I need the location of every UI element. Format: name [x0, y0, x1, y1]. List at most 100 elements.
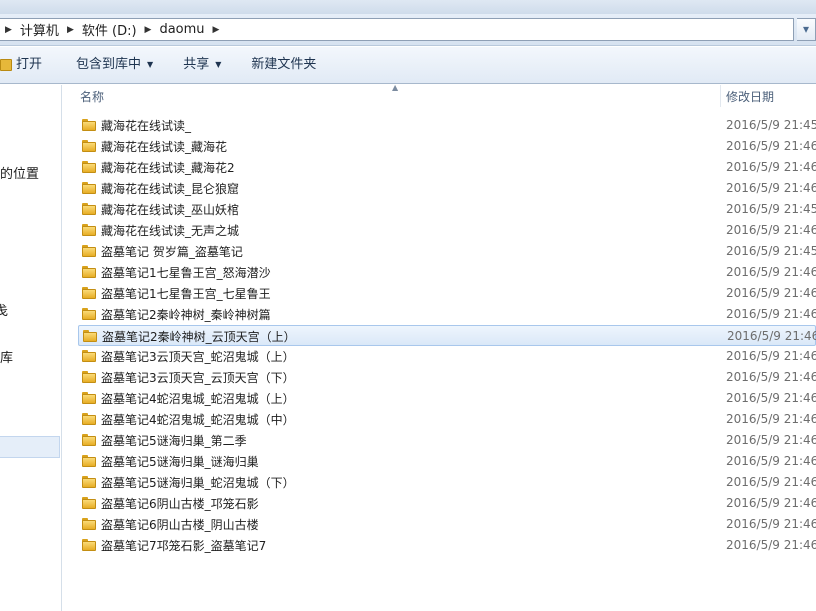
breadcrumb-drive-d[interactable]: 软件 (D:)	[80, 20, 139, 39]
command-bar: 打开 包含到库中 ▼ 共享 ▼ 新建文件夹	[0, 47, 816, 84]
window-title-bar	[0, 0, 816, 14]
file-row[interactable]: 盗墓笔记1七星鲁王宫_七星鲁王 2016/5/9 21:46	[78, 283, 816, 304]
nav-item-libraries[interactable]: 库	[0, 347, 13, 366]
folder-icon	[82, 119, 96, 131]
file-row[interactable]: 盗墓笔记5谜海归巢_第二季 2016/5/9 21:46	[78, 430, 816, 451]
refresh-button[interactable]: ▾	[797, 18, 816, 41]
file-date: 2016/5/9 21:46	[726, 181, 816, 195]
breadcrumb-computer[interactable]: 计算机	[18, 20, 61, 39]
chevron-right-icon[interactable]: ▶	[0, 25, 18, 35]
file-row[interactable]: 藏海花在线试读_藏海花 2016/5/9 21:46	[78, 136, 816, 157]
file-row[interactable]: 藏海花在线试读_昆仑狼窟 2016/5/9 21:46	[78, 178, 816, 199]
chevron-right-icon[interactable]: ▶	[139, 25, 158, 35]
folder-icon	[82, 413, 96, 425]
file-date: 2016/5/9 21:46	[727, 329, 816, 343]
file-date: 2016/5/9 21:46	[726, 349, 816, 363]
file-row[interactable]: 盗墓笔记3云顶天宫_云顶天宫（下） 2016/5/9 21:46	[78, 367, 816, 388]
column-name-header[interactable]: 名称	[80, 88, 104, 105]
folder-icon	[82, 161, 96, 173]
file-date: 2016/5/9 21:46	[726, 538, 816, 552]
file-row[interactable]: 藏海花在线试读_藏海花2 2016/5/9 21:46	[78, 157, 816, 178]
file-name: 盗墓笔记2秦岭神树_秦岭神树篇	[101, 308, 271, 322]
file-date: 2016/5/9 21:46	[726, 475, 816, 489]
file-row[interactable]: 盗墓笔记 贺岁篇_盗墓笔记 2016/5/9 21:45	[78, 241, 816, 262]
file-row[interactable]: 藏海花在线试读_ 2016/5/9 21:45	[78, 115, 816, 136]
folder-icon	[82, 539, 96, 551]
file-name: 藏海花在线试读_	[101, 119, 192, 133]
new-folder-button[interactable]: 新建文件夹	[241, 52, 326, 78]
navigation-pane: 的位置 戋 库	[0, 85, 62, 611]
chevron-right-icon[interactable]: ▶	[207, 25, 226, 35]
file-row[interactable]: 盗墓笔记2秦岭神树_云顶天宫（上） 2016/5/9 21:46	[78, 325, 816, 346]
folder-icon	[82, 140, 96, 152]
file-name: 盗墓笔记3云顶天宫_云顶天宫（下）	[101, 371, 295, 385]
file-row[interactable]: 盗墓笔记3云顶天宫_蛇沼鬼城（上） 2016/5/9 21:46	[78, 346, 816, 367]
file-date: 2016/5/9 21:45	[726, 118, 816, 132]
file-name: 藏海花在线试读_巫山妖棺	[101, 203, 240, 217]
nav-item-recent-places[interactable]: 的位置	[0, 163, 39, 182]
file-row[interactable]: 盗墓笔记5谜海归巢_谜海归巢 2016/5/9 21:46	[78, 451, 816, 472]
folder-icon	[82, 455, 96, 467]
chevron-right-icon[interactable]: ▶	[61, 25, 80, 35]
file-row[interactable]: 盗墓笔记2秦岭神树_秦岭神树篇 2016/5/9 21:46	[78, 304, 816, 325]
file-date: 2016/5/9 21:46	[726, 391, 816, 405]
file-name: 盗墓笔记4蛇沼鬼城_蛇沼鬼城（上）	[101, 392, 295, 406]
file-date: 2016/5/9 21:46	[726, 160, 816, 174]
file-list: 藏海花在线试读_ 2016/5/9 21:45 藏海花在线试读_藏海花 2016/5/…	[78, 115, 816, 556]
folder-icon	[82, 434, 96, 446]
file-row[interactable]: 盗墓笔记6阴山古楼_邛笼石影 2016/5/9 21:46	[78, 493, 816, 514]
file-row[interactable]: 盗墓笔记4蛇沼鬼城_蛇沼鬼城（中） 2016/5/9 21:46	[78, 409, 816, 430]
file-name: 藏海花在线试读_藏海花2	[101, 161, 235, 175]
file-name: 盗墓笔记1七星鲁王宫_七星鲁王	[101, 287, 271, 301]
folder-icon	[82, 497, 96, 509]
file-name: 盗墓笔记2秦岭神树_云顶天宫（上）	[102, 330, 296, 344]
file-date: 2016/5/9 21:46	[726, 496, 816, 510]
file-name: 藏海花在线试读_无声之城	[101, 224, 240, 238]
file-name: 盗墓笔记 贺岁篇_盗墓笔记	[101, 245, 243, 259]
file-row[interactable]: 盗墓笔记7邛笼石影_盗墓笔记7 2016/5/9 21:46	[78, 535, 816, 556]
nav-item-partial[interactable]: 戋	[0, 300, 8, 319]
include-in-library-label: 包含到库中	[76, 57, 142, 72]
file-date: 2016/5/9 21:46	[726, 517, 816, 531]
open-icon	[0, 59, 12, 71]
file-date: 2016/5/9 21:46	[726, 265, 816, 279]
folder-icon	[82, 224, 96, 236]
share-button[interactable]: 共享 ▼	[173, 52, 231, 78]
file-row[interactable]: 盗墓笔记1七星鲁王宫_怒海潜沙 2016/5/9 21:46	[78, 262, 816, 283]
folder-icon	[82, 476, 96, 488]
file-row[interactable]: 藏海花在线试读_巫山妖棺 2016/5/9 21:45	[78, 199, 816, 220]
file-date: 2016/5/9 21:46	[726, 307, 816, 321]
file-name: 盗墓笔记1七星鲁王宫_怒海潜沙	[101, 266, 271, 280]
nav-item-selected[interactable]	[0, 436, 60, 458]
column-header: 名称 ▲ 修改日期	[62, 83, 816, 107]
include-in-library-button[interactable]: 包含到库中 ▼	[66, 52, 163, 78]
file-date: 2016/5/9 21:45	[726, 202, 816, 216]
file-row[interactable]: 盗墓笔记5谜海归巢_蛇沼鬼城（下） 2016/5/9 21:46	[78, 472, 816, 493]
breadcrumb-daomu[interactable]: daomu	[157, 22, 206, 37]
folder-icon	[82, 203, 96, 215]
file-name: 盗墓笔记7邛笼石影_盗墓笔记7	[101, 539, 267, 553]
folder-icon	[82, 371, 96, 383]
file-name: 盗墓笔记3云顶天宫_蛇沼鬼城（上）	[101, 350, 295, 364]
open-button[interactable]: 打开	[0, 52, 52, 78]
address-field[interactable]: ▶ 计算机 ▶ 软件 (D:) ▶ daomu ▶	[0, 18, 794, 41]
file-date: 2016/5/9 21:46	[726, 139, 816, 153]
folder-icon	[82, 182, 96, 194]
column-divider[interactable]	[720, 85, 721, 107]
file-row[interactable]: 盗墓笔记6阴山古楼_阴山古楼 2016/5/9 21:46	[78, 514, 816, 535]
file-date: 2016/5/9 21:46	[726, 412, 816, 426]
file-name: 藏海花在线试读_昆仑狼窟	[101, 182, 240, 196]
file-date: 2016/5/9 21:45	[726, 244, 816, 258]
share-label: 共享	[183, 57, 210, 72]
folder-icon	[82, 392, 96, 404]
folder-icon	[82, 287, 96, 299]
folder-icon	[82, 308, 96, 320]
file-name: 藏海花在线试读_藏海花	[101, 140, 228, 154]
file-row[interactable]: 盗墓笔记4蛇沼鬼城_蛇沼鬼城（上） 2016/5/9 21:46	[78, 388, 816, 409]
file-row[interactable]: 藏海花在线试读_无声之城 2016/5/9 21:46	[78, 220, 816, 241]
chevron-down-icon: ▼	[147, 60, 154, 69]
file-name: 盗墓笔记6阴山古楼_邛笼石影	[101, 497, 259, 511]
column-date-header[interactable]: 修改日期	[726, 88, 774, 105]
file-date: 2016/5/9 21:46	[726, 454, 816, 468]
file-date: 2016/5/9 21:46	[726, 286, 816, 300]
